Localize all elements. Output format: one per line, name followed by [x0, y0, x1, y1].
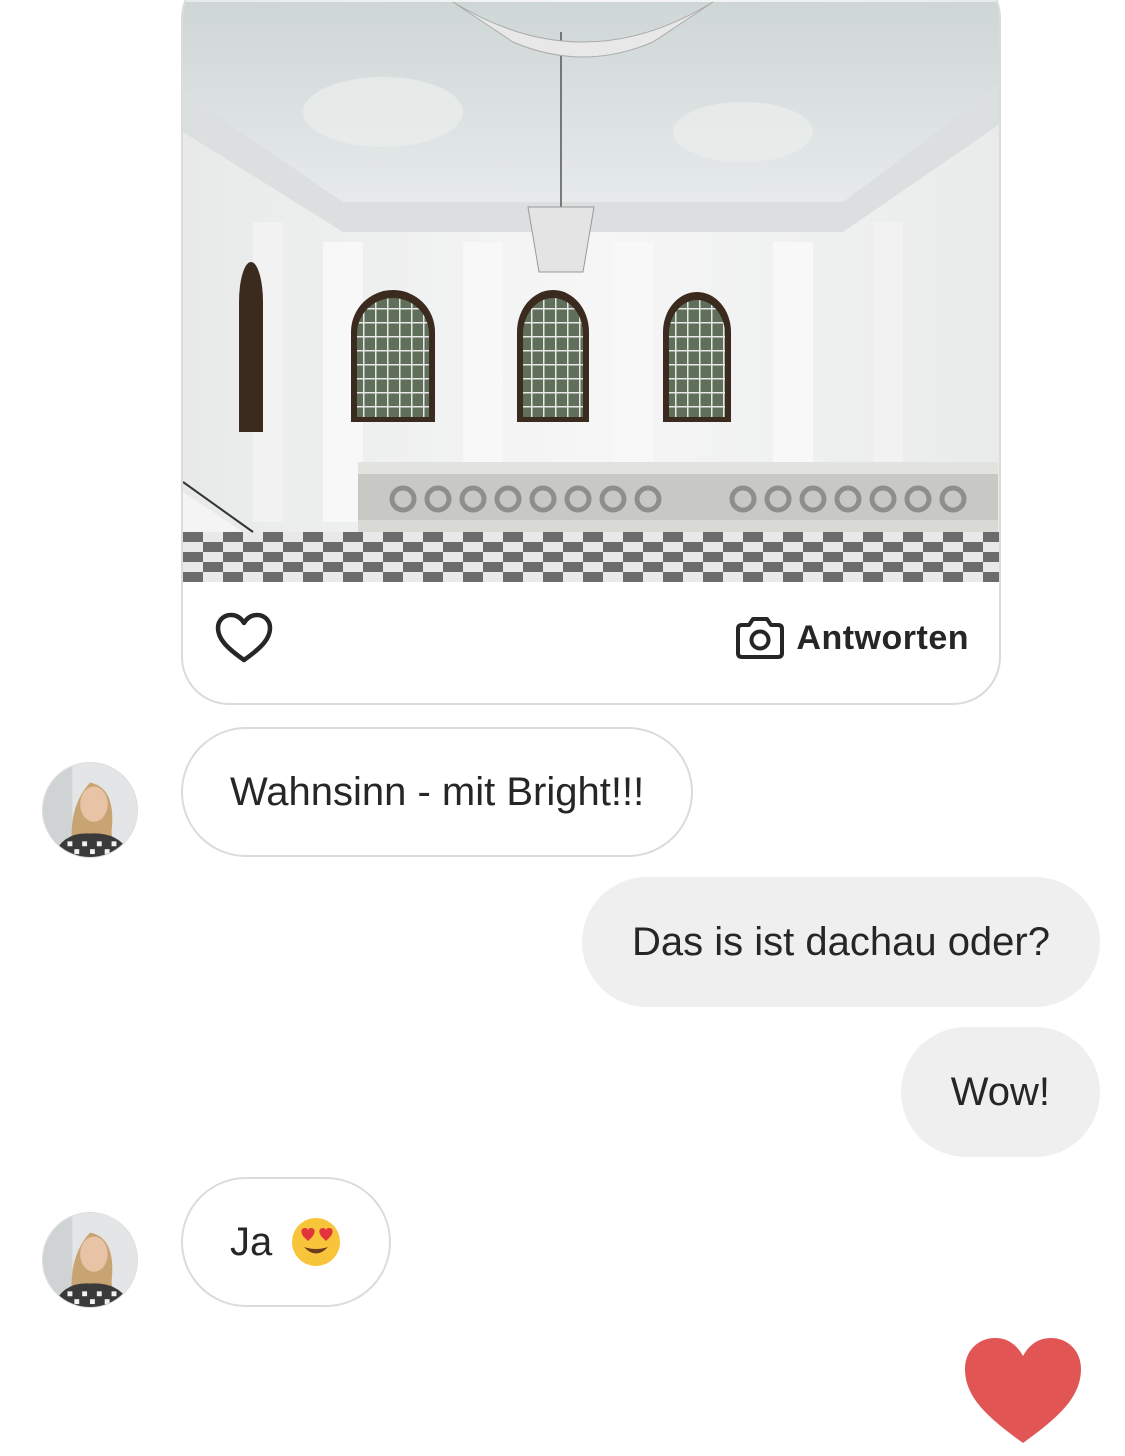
message-text: Ja: [230, 1219, 273, 1264]
message-bubble-outgoing[interactable]: Wow!: [900, 1027, 1100, 1157]
camera-icon: [736, 617, 785, 659]
heart-eyes-emoji-icon: [292, 1218, 341, 1266]
reply-button[interactable]: Antworten: [734, 614, 969, 662]
message-text: Wow!: [950, 1069, 1050, 1114]
message-bubble-outgoing[interactable]: Das is ist dachau oder?: [581, 877, 1100, 1007]
message-text: Das is ist dachau oder?: [631, 919, 1050, 964]
post-actions-bar: Antworten: [183, 582, 999, 703]
heart-outline-icon[interactable]: [215, 612, 273, 664]
reply-label: Antworten: [796, 618, 969, 657]
avatar[interactable]: [42, 762, 138, 858]
message-bubble-incoming[interactable]: Ja: [181, 1177, 392, 1307]
message-text: Wahnsinn - mit Bright!!!: [230, 769, 645, 814]
shared-post-card[interactable]: Antworten: [181, 0, 1001, 705]
avatar[interactable]: [42, 1212, 138, 1308]
message-bubble-incoming[interactable]: Wahnsinn - mit Bright!!!: [181, 727, 694, 857]
heart-filled-icon[interactable]: [962, 1335, 1084, 1447]
post-image[interactable]: [183, 0, 1001, 582]
